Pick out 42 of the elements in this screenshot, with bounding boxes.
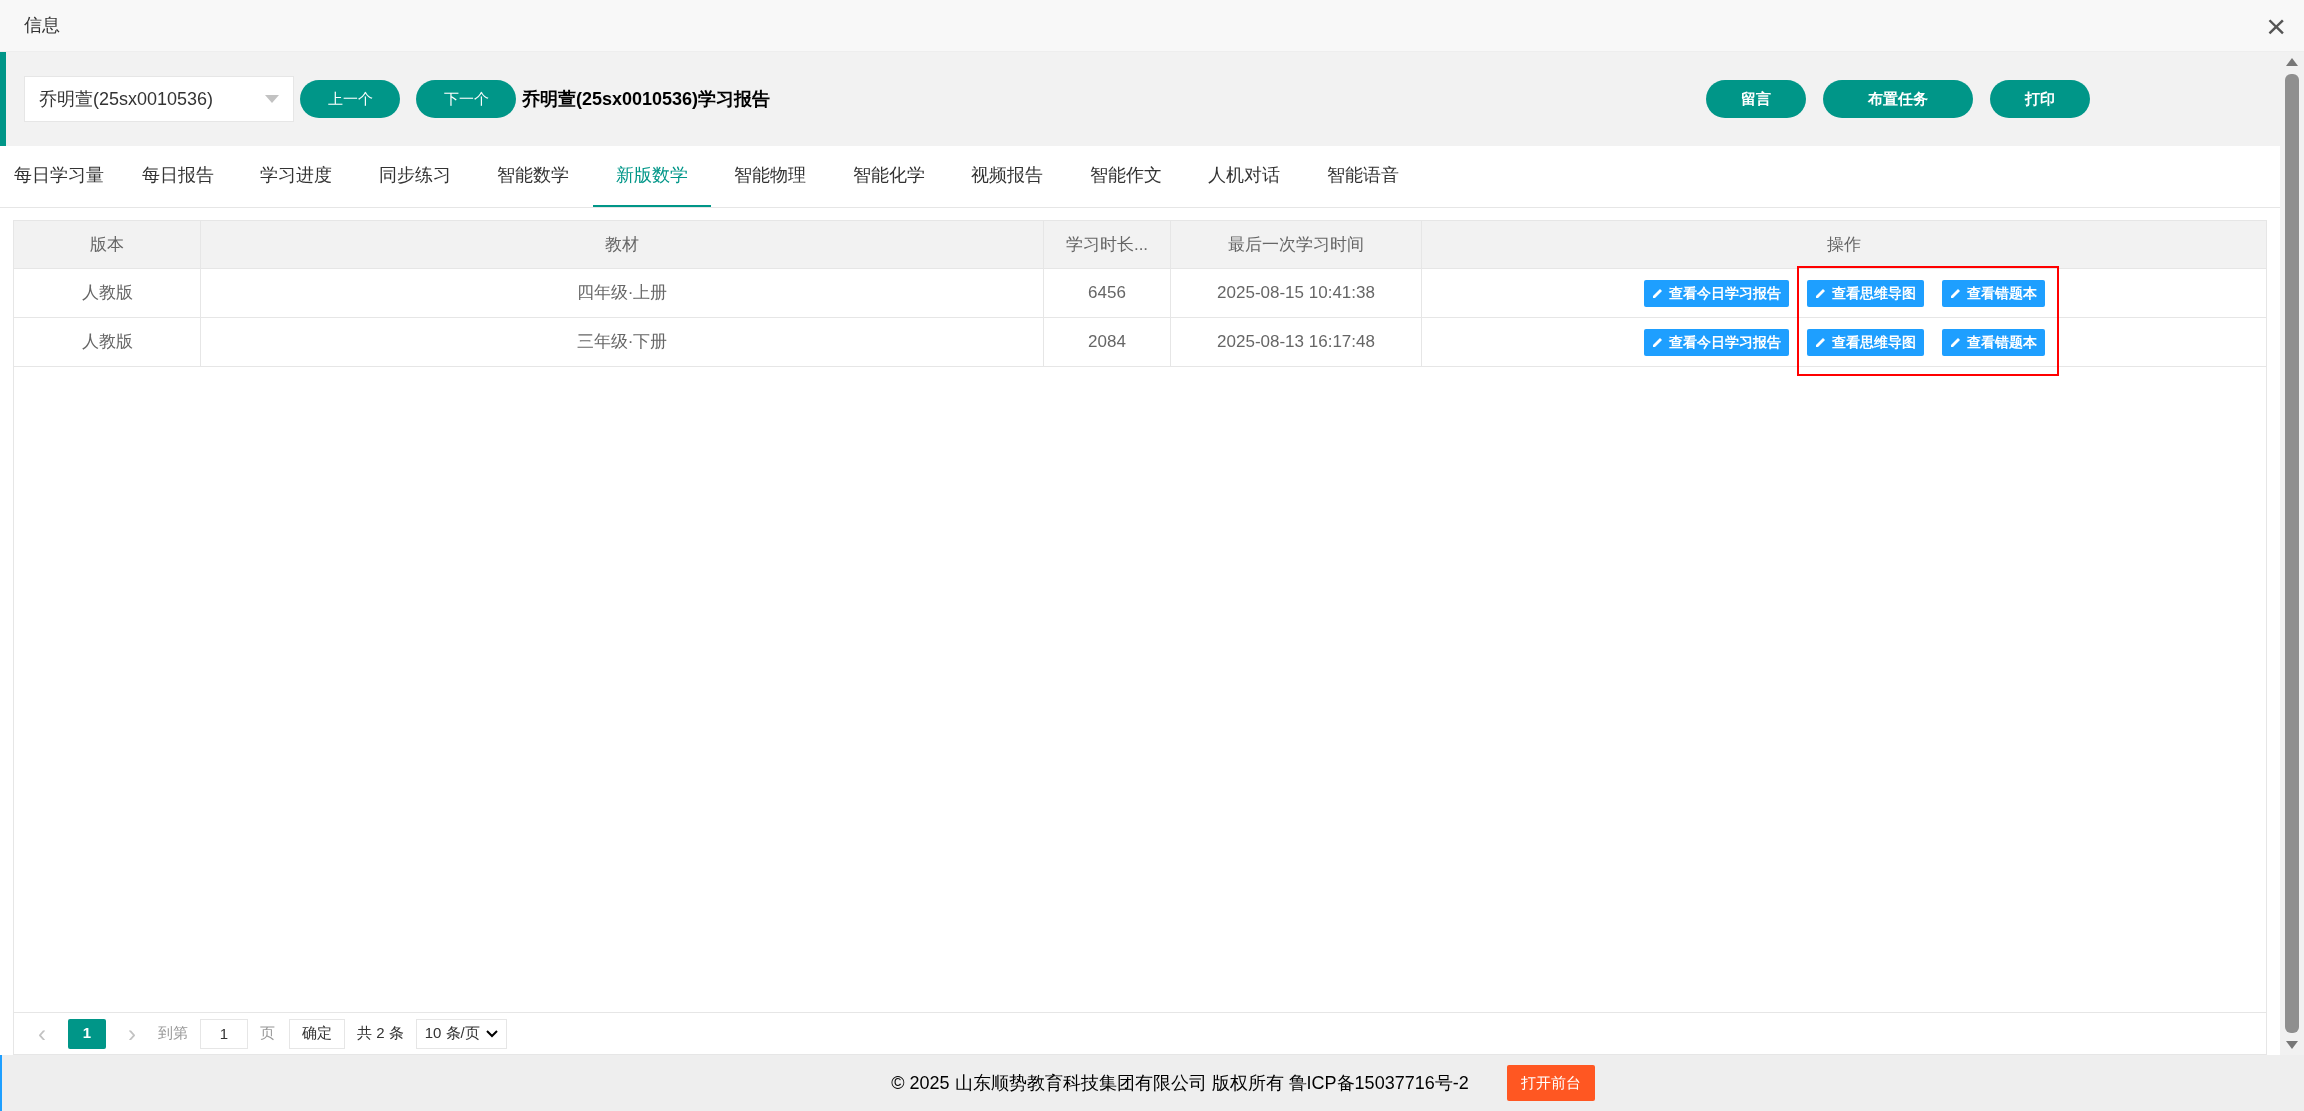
report-title: 乔明萱(25sx0010536)学习报告 xyxy=(522,87,771,111)
table-cell: 人教版 xyxy=(14,269,201,317)
tab[interactable]: 同步练习 xyxy=(355,146,474,207)
tab[interactable]: 每日报告 xyxy=(118,146,237,207)
header-action-button[interactable]: 布置任务 xyxy=(1823,80,1973,118)
previous-button[interactable]: 上一个 xyxy=(300,80,400,118)
total-count: 共 2 条 xyxy=(357,1023,404,1044)
tab[interactable]: 每日学习量 xyxy=(0,146,119,207)
column-header: 教材 xyxy=(201,221,1044,268)
goto-label: 到第 xyxy=(158,1023,188,1044)
table-cell: 三年级·下册 xyxy=(201,318,1044,366)
page-button[interactable]: 1 xyxy=(68,1018,106,1049)
page-input[interactable]: 1 xyxy=(200,1018,248,1049)
header-action-button[interactable]: 打印 xyxy=(1990,80,2090,118)
table-cell: 四年级·上册 xyxy=(201,269,1044,317)
close-button[interactable]: × xyxy=(2266,8,2286,43)
window-title: 信息 xyxy=(24,14,60,37)
next-button[interactable]: 下一个 xyxy=(416,80,516,118)
table-cell: 2084 xyxy=(1044,318,1171,366)
tab[interactable]: 智能语音 xyxy=(1303,146,1422,207)
tab[interactable]: 智能化学 xyxy=(829,146,948,207)
student-select[interactable]: 乔明萱(25sx0010536) xyxy=(24,76,294,122)
column-header: 版本 xyxy=(14,221,201,268)
column-header: 操作 xyxy=(1826,233,1862,256)
tab[interactable]: 智能作文 xyxy=(1066,146,1185,207)
page-size-select[interactable]: 10 条/页 xyxy=(415,1018,507,1049)
table-cell: 2025-08-15 10:41:38 xyxy=(1171,269,1422,317)
table-cell: 人教版 xyxy=(14,318,201,366)
table-cell: 6456 xyxy=(1044,269,1171,317)
header-action-button[interactable]: 留言 xyxy=(1706,80,1806,118)
tab[interactable]: 学习进度 xyxy=(237,146,356,207)
column-header: 学习时长... xyxy=(1044,221,1171,268)
table-cell: 2025-08-13 16:17:48 xyxy=(1171,318,1422,366)
column-header: 最后一次学习时间 xyxy=(1171,221,1422,268)
page-unit-label: 页 xyxy=(260,1023,275,1044)
confirm-button[interactable]: 确定 xyxy=(289,1018,345,1049)
tab[interactable]: 人机对话 xyxy=(1185,146,1304,207)
tab[interactable]: 智能物理 xyxy=(711,146,830,207)
tab[interactable]: 视频报告 xyxy=(948,146,1067,207)
copyright-text: © 2025 山东顺势教育科技集团有限公司 版权所有 鲁ICP备15037716号-2 xyxy=(891,1071,1469,1095)
tab[interactable]: 智能数学 xyxy=(474,146,593,207)
tab[interactable]: 新版数学 xyxy=(592,146,711,207)
